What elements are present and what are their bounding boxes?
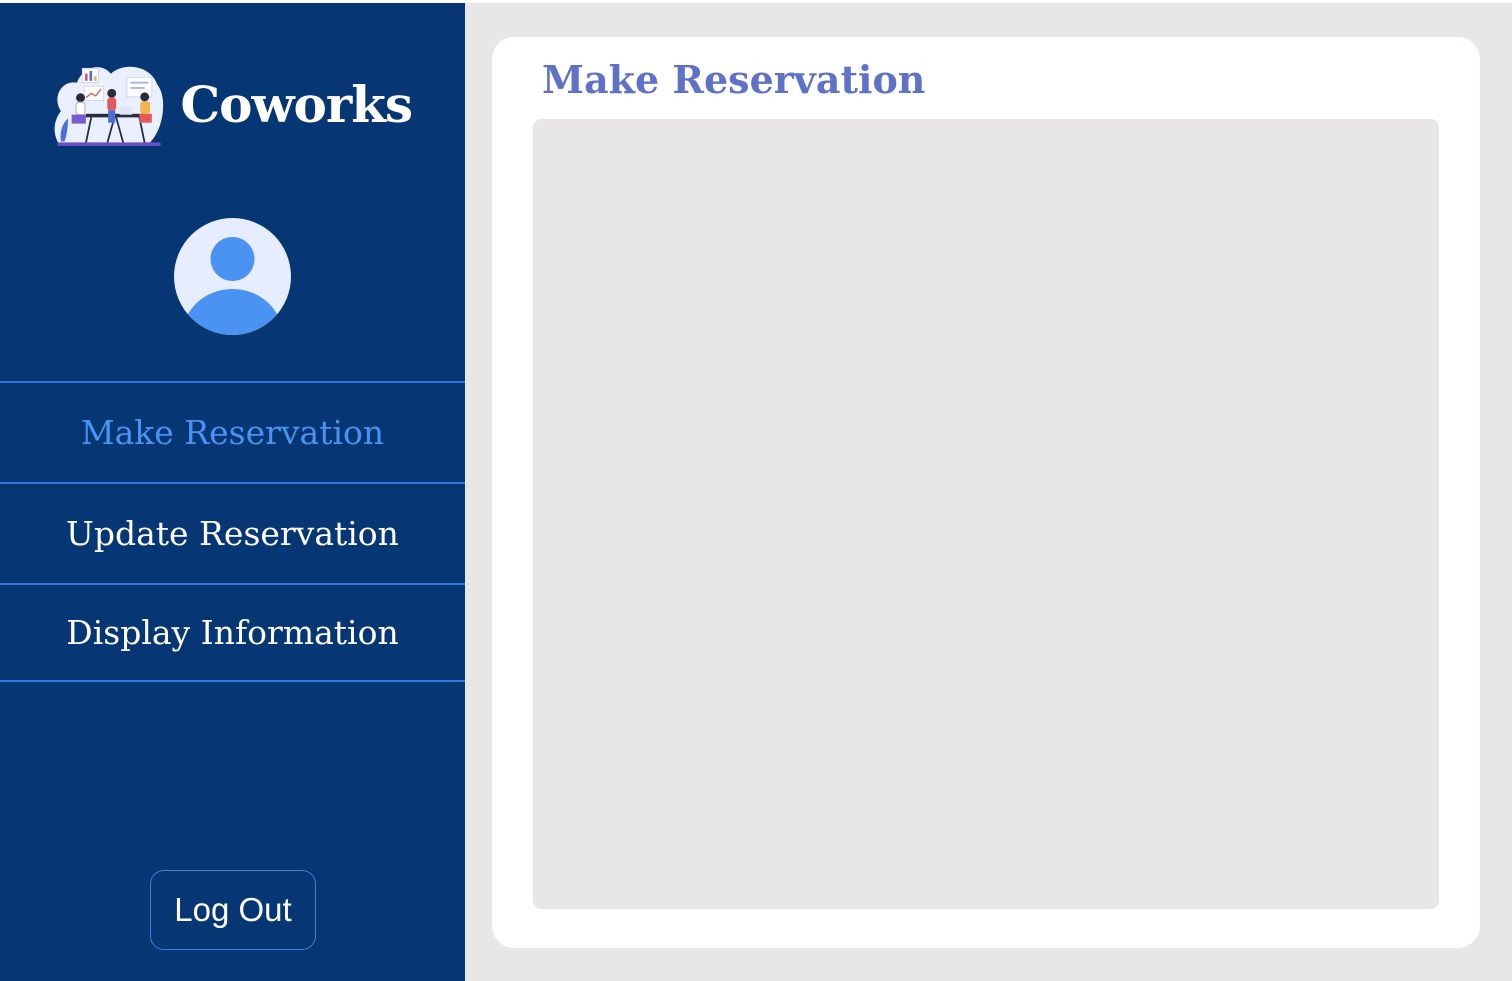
sidebar-item-label: Make Reservation [80,413,385,452]
sidebar-item-label: Display Information [66,613,399,652]
sidebar-item-update-reservation[interactable]: Update Reservation [0,482,465,583]
brand[interactable]: Coworks [52,51,413,157]
main-card: Make Reservation [492,37,1480,948]
sidebar-item-label: Update Reservation [66,514,399,553]
sidebar-item-make-reservation[interactable]: Make Reservation [0,381,465,482]
sidebar: Coworks Make Reservation Update Reservat… [0,3,465,981]
user-avatar-icon [174,218,291,335]
sidebar-item-display-information[interactable]: Display Information [0,583,465,682]
logout-button[interactable]: Log Out [150,870,316,950]
app-name: Coworks [180,74,413,134]
sidebar-nav: Make Reservation Update Reservation Disp… [0,381,465,682]
coworking-illustration-icon [54,66,164,146]
page-title: Make Reservation [542,57,926,102]
reservation-content-area [533,119,1439,909]
